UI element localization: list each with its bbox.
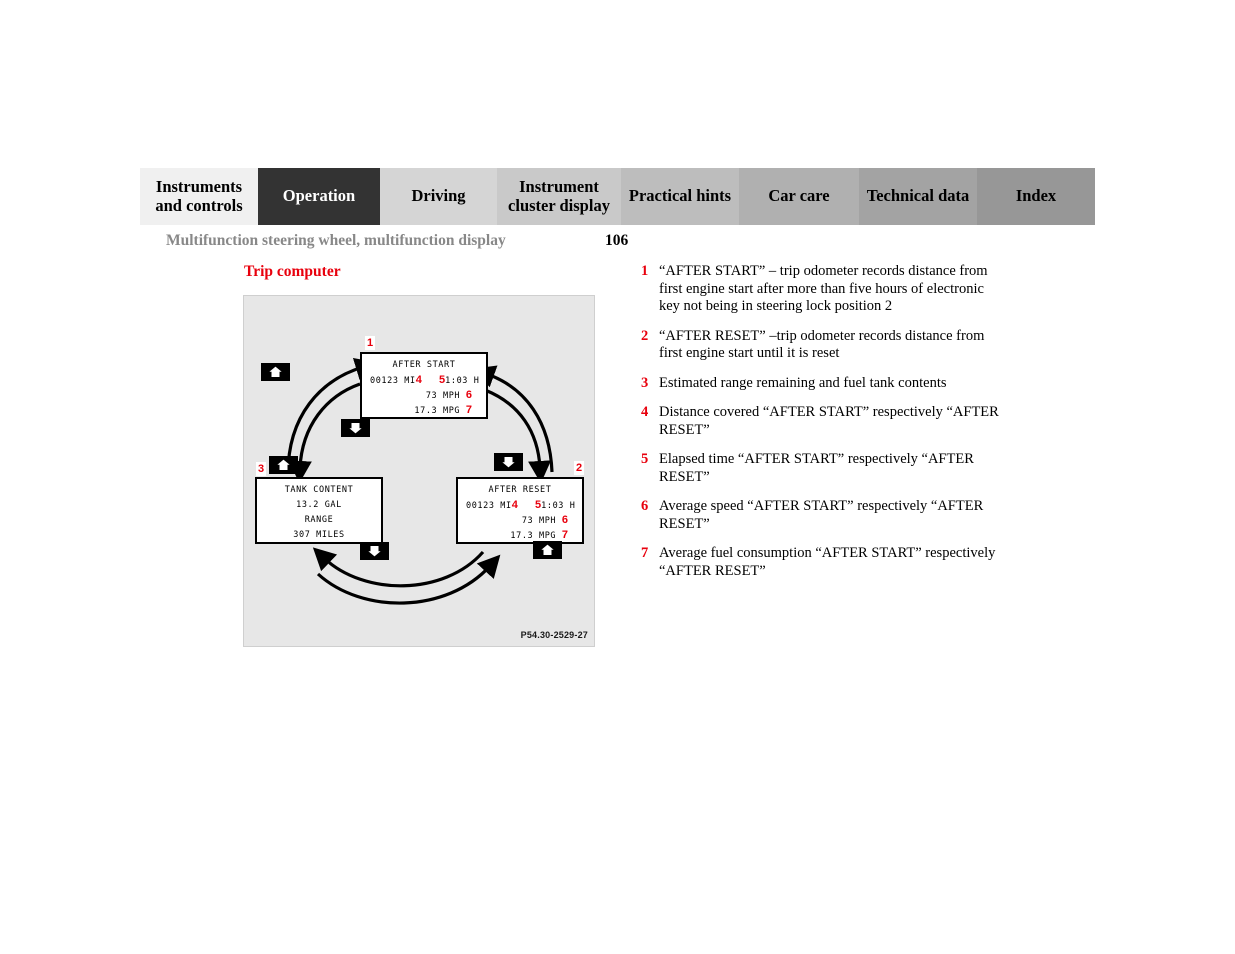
display-title: TANK CONTENT <box>284 485 354 495</box>
tab-instruments-and-controls[interactable]: Instruments and controls <box>140 168 258 225</box>
down-button-icon <box>360 542 389 560</box>
note-number: 6 <box>641 498 649 514</box>
callout-7: 7 <box>465 404 472 416</box>
page-title: Trip computer <box>244 263 341 280</box>
avg-consumption-value: 17.3 MPG <box>510 531 557 541</box>
display-after-start: AFTER START 00123 MI4 51:03 H 73 MPH 6 1… <box>360 352 488 419</box>
note-text: “AFTER RESET” –trip odometer records dis… <box>659 327 985 362</box>
odometer-value: 00123 MI <box>466 501 512 511</box>
odometer-value: 00123 MI <box>370 376 416 386</box>
down-button-icon <box>494 453 523 471</box>
note-number: 5 <box>641 451 649 467</box>
avg-speed-value: 73 MPH <box>425 391 461 401</box>
display-line-speed: 73 MPH 6 <box>362 388 486 403</box>
note-item: 4 Distance covered “AFTER START” respecti… <box>641 404 1001 439</box>
display-line-speed: 73 MPH 6 <box>458 513 582 528</box>
page-number: 106 <box>605 232 629 249</box>
diagram-callout-3: 3 <box>256 462 267 476</box>
diagram-callout-1: 1 <box>365 336 376 350</box>
up-button-icon <box>261 363 290 381</box>
callout-4: 4 <box>511 499 518 511</box>
chapter-tab-bar: Instruments and controls Operation Driving… <box>140 168 1095 225</box>
note-number: 7 <box>641 545 649 561</box>
note-text: Elapsed time “AFTER START” respectively … <box>659 451 974 485</box>
note-number: 2 <box>641 327 649 344</box>
note-text: “AFTER START” – trip odometer records di… <box>659 263 988 314</box>
numbered-notes-list: 1 “AFTER START” – trip odometer records d… <box>641 263 1001 592</box>
note-number: 1 <box>641 263 649 279</box>
elapsed-time-value: 1:03 H <box>445 376 480 386</box>
display-line-distance-time: 00123 MI4 51:03 H <box>458 498 582 513</box>
note-text: Estimated range remaining and fuel tank … <box>659 374 947 391</box>
display-line-consumption: 17.3 MPG 7 <box>458 528 582 543</box>
note-item: 7 Average fuel consumption “AFTER START” … <box>641 545 1001 580</box>
tab-practical-hints[interactable]: Practical hints <box>621 168 739 225</box>
down-button-icon <box>341 419 370 437</box>
note-text: Average fuel consumption “AFTER START” r… <box>659 545 996 579</box>
elapsed-time-value: 1:03 H <box>541 501 576 511</box>
note-text: Average speed “AFTER START” respectively… <box>659 498 984 532</box>
note-text: Distance covered “AFTER START” respectiv… <box>659 404 999 438</box>
note-item: 3 Estimated range remaining and fuel tank… <box>641 375 1001 393</box>
note-item: 2 “AFTER RESET” –trip odometer records di… <box>641 328 1001 363</box>
figure-reference-code: P54.30-2529-27 <box>520 630 588 640</box>
up-button-icon <box>269 456 298 474</box>
range-value: 307 MILES <box>293 530 345 540</box>
range-label: RANGE <box>304 515 334 525</box>
note-number: 3 <box>641 374 649 391</box>
tab-index[interactable]: Index <box>977 168 1095 225</box>
display-line-distance-time: 00123 MI4 51:03 H <box>362 373 486 388</box>
note-item: 6 Average speed “AFTER START” respectivel… <box>641 498 1001 533</box>
tab-driving[interactable]: Driving <box>380 168 497 225</box>
display-after-reset: AFTER RESET 00123 MI4 51:03 H 73 MPH 6 1… <box>456 477 584 544</box>
diagram-callout-2: 2 <box>574 461 585 475</box>
display-title: AFTER START <box>392 360 456 370</box>
tab-instrument-cluster-display[interactable]: Instrument cluster display <box>497 168 621 225</box>
avg-speed-value: 73 MPH <box>521 516 557 526</box>
callout-6: 6 <box>465 389 472 401</box>
tab-operation[interactable]: Operation <box>258 168 380 225</box>
display-line-consumption: 17.3 MPG 7 <box>362 403 486 418</box>
callout-4: 4 <box>415 374 422 386</box>
up-button-icon <box>533 541 562 559</box>
note-item: 5 Elapsed time “AFTER START” respectively… <box>641 451 1001 486</box>
tank-content-value: 13.2 GAL <box>296 500 342 510</box>
tab-car-care[interactable]: Car care <box>739 168 859 225</box>
tab-technical-data[interactable]: Technical data <box>859 168 977 225</box>
callout-6: 6 <box>561 514 568 526</box>
note-item: 1 “AFTER START” – trip odometer records d… <box>641 263 1001 316</box>
avg-consumption-value: 17.3 MPG <box>414 406 461 416</box>
display-title: AFTER RESET <box>488 485 552 495</box>
note-number: 4 <box>641 404 649 420</box>
breadcrumb: Multifunction steering wheel, multifunct… <box>166 232 506 249</box>
callout-7: 7 <box>561 529 568 541</box>
display-tank-content: TANK CONTENT 13.2 GAL RANGE 307 MILES <box>255 477 383 544</box>
